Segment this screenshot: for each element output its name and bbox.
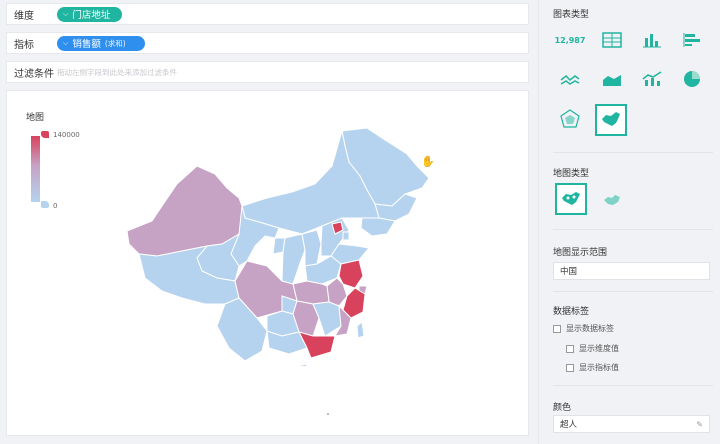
- radar-chart-icon[interactable]: [555, 104, 585, 134]
- visual-map-min-label: 0: [53, 202, 58, 210]
- divider: [553, 385, 713, 386]
- dimension-label: 维度: [14, 10, 34, 22]
- hand-cursor-icon: ✋: [421, 155, 435, 168]
- table-icon[interactable]: [597, 25, 627, 55]
- region-shaanxi[interactable]: [281, 233, 306, 285]
- checkbox-box[interactable]: [566, 344, 574, 353]
- edit-icon[interactable]: ✎: [696, 420, 703, 429]
- bar-chart-icon[interactable]: [637, 25, 667, 55]
- chart-title: 地图: [26, 113, 45, 123]
- visual-map-max-label: 140000: [53, 131, 80, 139]
- filter-label: 过滤条件: [14, 68, 54, 80]
- chart-canvas: 地图 140000 0 ✋: [6, 90, 529, 436]
- color-select[interactable]: 超人 ✎: [553, 415, 710, 433]
- line-chart-icon[interactable]: [555, 64, 585, 94]
- region-shanxi[interactable]: [301, 229, 322, 267]
- metric-label: 指标: [14, 39, 34, 51]
- region-tianjin[interactable]: [342, 231, 350, 241]
- divider: [553, 152, 713, 153]
- region-liaoning[interactable]: [360, 217, 396, 237]
- checkbox-box[interactable]: [553, 324, 561, 333]
- dimension-pill[interactable]: ⌵ 门店地址: [57, 6, 122, 22]
- show-data-label-text: 显示数据标签: [566, 324, 614, 333]
- province-map-type-icon[interactable]: [597, 185, 627, 215]
- config-area: 维度 ⌵ 门店地址 指标 ⌵ 销售额 (求和) 过滤条件 拖动左侧字段到此处来添…: [0, 0, 538, 444]
- color-title: 颜色: [553, 403, 572, 413]
- show-data-label-checkbox[interactable]: 显示数据标签: [553, 323, 614, 334]
- map-type-title: 地图类型: [553, 169, 590, 179]
- metric-pill-label: 销售额: [72, 39, 101, 50]
- map-range-title: 地图显示范围: [553, 248, 608, 258]
- filter-hint: 拖动左侧字段到此处来添加过滤条件: [57, 67, 177, 77]
- dimension-pill-label: 门店地址: [72, 10, 111, 21]
- visual-map-gradient: [31, 136, 40, 202]
- filter-row[interactable]: 过滤条件 拖动左侧字段到此处来添加过滤条件: [6, 61, 529, 83]
- metric-pill[interactable]: ⌵ 销售额 (求和): [57, 35, 145, 51]
- area-chart-icon[interactable]: [597, 64, 627, 94]
- metric-row[interactable]: 指标 ⌵ 销售额 (求和): [6, 32, 529, 54]
- map-chart-icon[interactable]: [595, 104, 627, 136]
- visual-map-max-handle[interactable]: [41, 131, 49, 138]
- visual-map-min-handle[interactable]: [41, 201, 49, 208]
- china-map[interactable]: [117, 126, 437, 366]
- show-metric-value-text: 显示指标值: [579, 363, 619, 372]
- region-hubei[interactable]: [292, 280, 330, 305]
- show-dimension-value-text: 显示维度值: [579, 344, 619, 353]
- metric-pill-aggregation: (求和): [104, 38, 126, 48]
- horizontal-bar-icon[interactable]: [677, 25, 707, 55]
- color-value: 超人: [560, 420, 578, 430]
- map-dot: [327, 413, 329, 415]
- combo-chart-icon[interactable]: [637, 64, 667, 94]
- show-metric-value-checkbox[interactable]: 显示指标值: [566, 362, 619, 373]
- pie-chart-icon[interactable]: [677, 64, 707, 94]
- chevron-down-icon[interactable]: ⌵: [63, 39, 68, 48]
- checkbox-box[interactable]: [566, 363, 574, 372]
- china-map-type-icon[interactable]: [555, 183, 587, 215]
- map-range-select[interactable]: 中国: [553, 262, 710, 280]
- divider: [553, 229, 713, 230]
- data-label-title: 数据标签: [553, 307, 590, 317]
- chevron-down-icon[interactable]: ⌵: [63, 10, 68, 19]
- region-hainan[interactable]: [296, 363, 308, 366]
- properties-panel: 图表类型 12,987 地图类型 地图显示范围 中国 数据标签 显示数据标签 显…: [538, 0, 720, 444]
- chart-type-title: 图表类型: [553, 10, 590, 20]
- show-dimension-value-checkbox[interactable]: 显示维度值: [566, 343, 619, 354]
- map-range-value: 中国: [560, 267, 578, 277]
- dimension-row[interactable]: 维度 ⌵ 门店地址: [6, 3, 529, 25]
- region-taiwan[interactable]: [356, 321, 365, 339]
- kpi-number-icon[interactable]: 12,987: [555, 25, 586, 55]
- divider: [553, 291, 713, 292]
